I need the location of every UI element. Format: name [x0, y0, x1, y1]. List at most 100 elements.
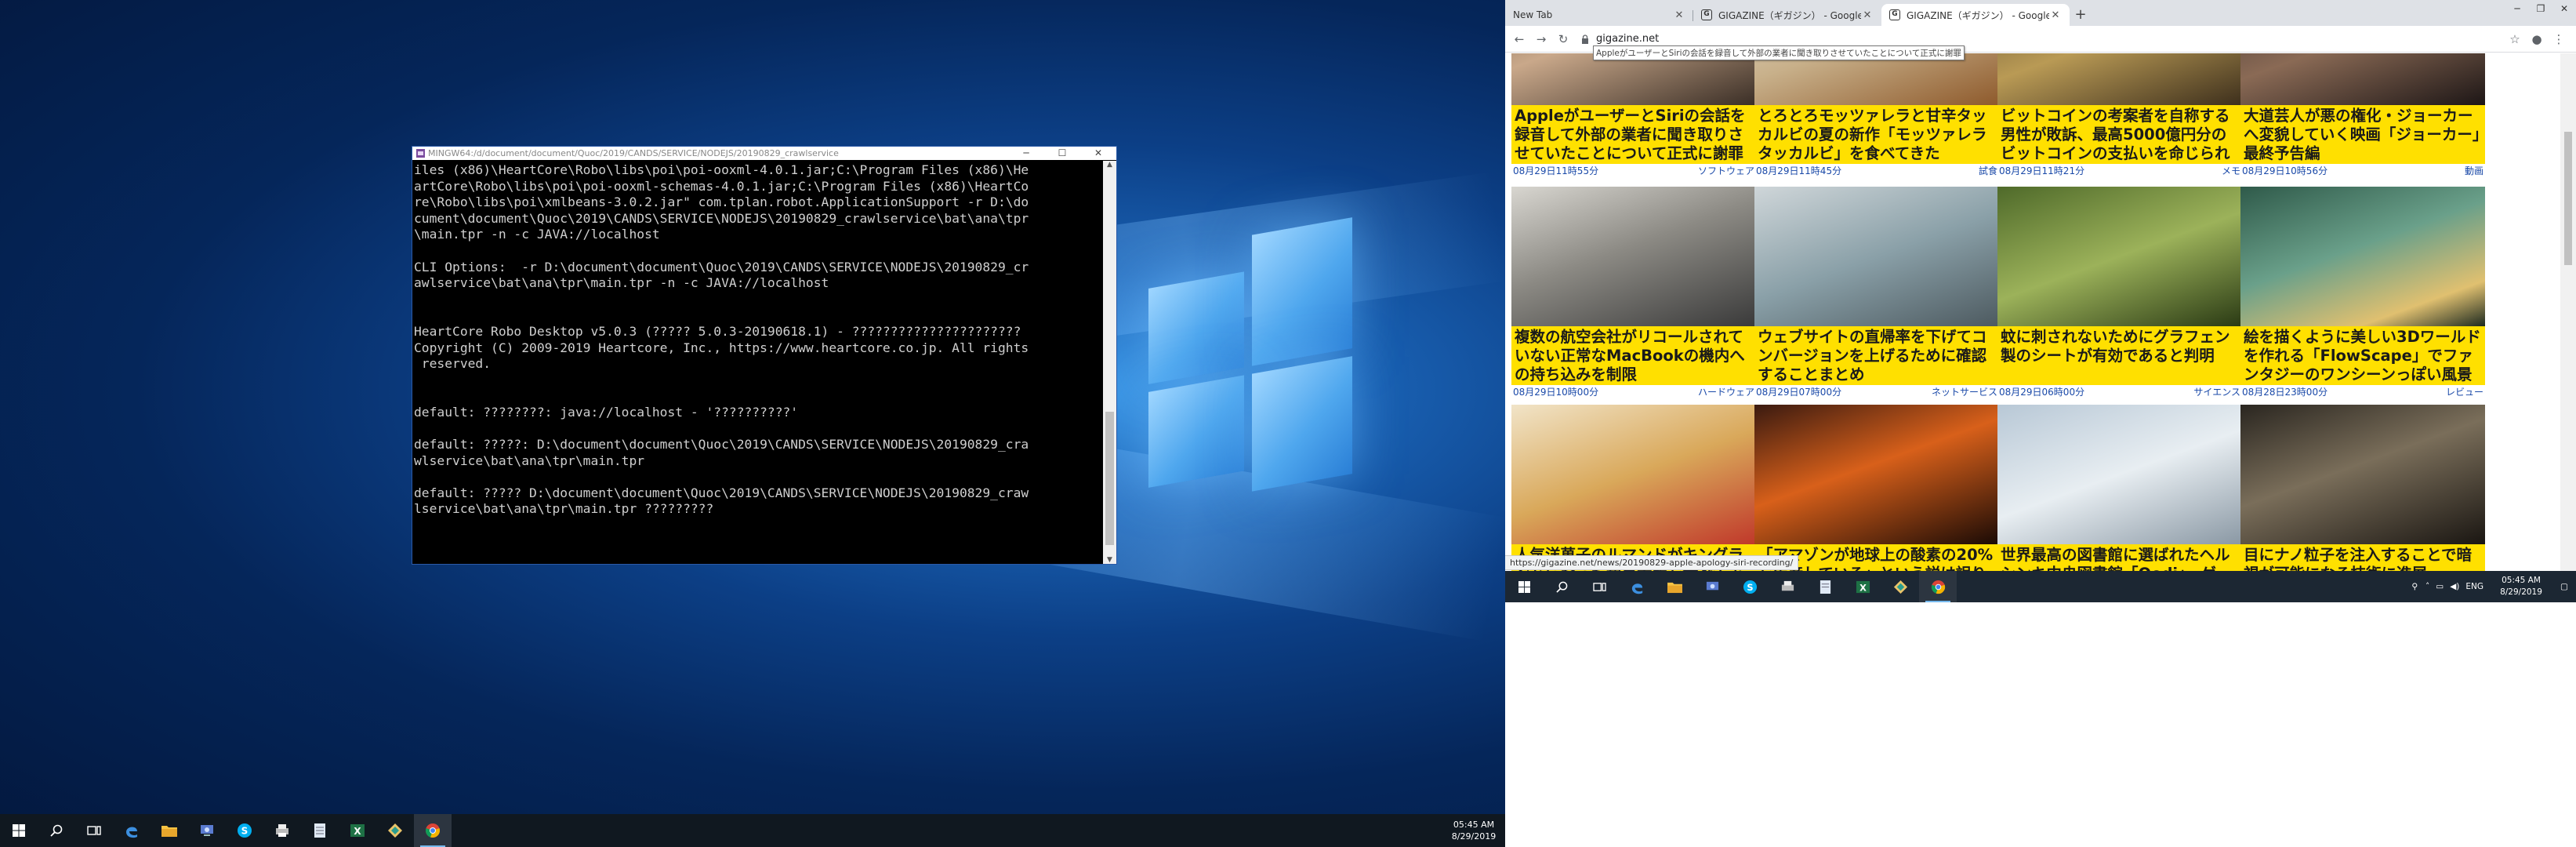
excel-button[interactable]: X: [1844, 571, 1881, 602]
printer-app-button[interactable]: [1769, 571, 1806, 602]
start-button[interactable]: [0, 814, 38, 847]
article-card[interactable]: 人気洋菓子のルマンドがキングランドになった超巨大版を食べてみた: [1511, 405, 1756, 571]
skype-button[interactable]: S: [1731, 571, 1769, 602]
chrome-window[interactable]: New Tab ✕ G GIGAZINE（ギガジン） - Google Ch ✕…: [1505, 0, 2576, 602]
task-view-button[interactable]: [1580, 571, 1618, 602]
article-card[interactable]: 「アマゾンが地球上の酸素の20%を生産している」という説は誤りである: [1754, 405, 1999, 571]
edge-button[interactable]: [1618, 571, 1656, 602]
article-card[interactable]: ウェブサイトの直帰率を下げてコンバージョンを上げるために確認することまとめ 08月…: [1754, 187, 1999, 398]
people-icon[interactable]: ⚲: [2411, 582, 2418, 591]
dev-tool-button[interactable]: [1881, 571, 1919, 602]
article-title[interactable]: 目にナノ粒子を注入することで暗視が可能になる技術に進展: [2240, 544, 2485, 571]
article-category[interactable]: 動画: [2465, 165, 2483, 176]
article-category[interactable]: 試食: [1979, 165, 1997, 176]
article-thumbnail[interactable]: [1511, 187, 1756, 326]
terminal-window[interactable]: MINGW64:/d/document/document/Quoc/2019/C…: [412, 146, 1117, 565]
article-card[interactable]: 蚊に刺されないためにグラフェン製のシートが有効であると判明 08月29日06時00…: [1997, 187, 2242, 398]
new-tab-button[interactable]: +: [2070, 4, 2092, 26]
skype-button[interactable]: S: [226, 814, 263, 847]
article-thumbnail[interactable]: [1754, 53, 1999, 105]
article-category[interactable]: ハードウェア: [1698, 387, 1754, 398]
article-thumbnail[interactable]: [1511, 53, 1756, 105]
remote-app-button[interactable]: [1693, 571, 1731, 602]
language-indicator[interactable]: ENG: [2465, 582, 2483, 591]
article-thumbnail[interactable]: [1754, 187, 1999, 326]
printer-app-button[interactable]: [263, 814, 301, 847]
scroll-up-icon[interactable]: ▲: [1103, 161, 1116, 169]
notification-icon[interactable]: ▢: [2552, 582, 2576, 591]
article-title[interactable]: 絵を描くように美しい3Dワールドを作れる「FlowScape」でファンタジーのワ…: [2240, 326, 2485, 385]
search-button[interactable]: [38, 814, 75, 847]
article-title[interactable]: ウェブサイトの直帰率を下げてコンバージョンを上げるために確認することまとめ: [1754, 326, 1999, 385]
maximize-button[interactable]: ☐: [1044, 147, 1080, 160]
menu-icon[interactable]: ⋮: [2549, 30, 2568, 49]
scroll-down-icon[interactable]: ▼: [1103, 556, 1116, 564]
article-title[interactable]: ビットコインの考案者を自称する男性が敗訴、最高5000億円分のビットコインの支払…: [1997, 105, 2242, 164]
article-card[interactable]: とろとろモッツァレラと甘辛タッカルビの夏の新作「モッツァレラタッカルビ」を食べて…: [1754, 53, 1999, 176]
start-button[interactable]: [1505, 571, 1543, 602]
article-title[interactable]: とろとろモッツァレラと甘辛タッカルビの夏の新作「モッツァレラタッカルビ」を食べて…: [1754, 105, 1999, 164]
forward-arrow-icon[interactable]: →: [1532, 30, 1551, 49]
close-button[interactable]: ✕: [2552, 0, 2576, 17]
clock[interactable]: 05:45 AM 8/29/2019: [2490, 575, 2552, 598]
close-button[interactable]: ✕: [1080, 147, 1116, 160]
article-card[interactable]: AppleがユーザーとSiriの会話を録音して外部の業者に聞き取りさせていたこと…: [1511, 53, 1756, 176]
article-card[interactable]: 世界最高の図書館に選ばれたヘルシンキ中央図書館「Oodi」、ゲーム: [1997, 405, 2242, 571]
reload-icon[interactable]: ↻: [1554, 30, 1573, 49]
maximize-button[interactable]: ❐: [2529, 0, 2552, 17]
article-thumbnail[interactable]: [2240, 187, 2485, 326]
volume-icon[interactable]: ◀): [2450, 582, 2459, 591]
article-title[interactable]: 世界最高の図書館に選ばれたヘルシンキ中央図書館「Oodi」、ゲーム: [1997, 544, 2242, 571]
article-title[interactable]: 大道芸人が悪の権化・ジョーカーへ変貌していく映画「ジョーカー」最終予告編: [2240, 105, 2485, 164]
file-explorer-button[interactable]: [151, 814, 188, 847]
chrome-button[interactable]: [1919, 571, 1957, 602]
article-category[interactable]: ソフトウェア: [1698, 165, 1754, 176]
clock[interactable]: 05:45 AM 8/29/2019: [1442, 819, 1505, 842]
close-tab-icon[interactable]: ✕: [1861, 9, 1874, 21]
minimize-button[interactable]: ─: [2505, 0, 2529, 17]
article-category[interactable]: レビュー: [2446, 387, 2483, 398]
article-card[interactable]: 大道芸人が悪の権化・ジョーカーへ変貌していく映画「ジョーカー」最終予告編 08月2…: [2240, 53, 2485, 176]
terminal-scrollbar[interactable]: ▲ ▼: [1103, 161, 1116, 564]
article-card[interactable]: ビットコインの考案者を自称する男性が敗訴、最高5000億円分のビットコインの支払…: [1997, 53, 2242, 176]
article-category[interactable]: メモ: [2222, 165, 2240, 176]
article-title[interactable]: AppleがユーザーとSiriの会話を録音して外部の業者に聞き取りさせていたこと…: [1511, 105, 1756, 164]
article-title[interactable]: 蚊に刺されないためにグラフェン製のシートが有効であると判明: [1997, 326, 2242, 385]
excel-button[interactable]: X: [339, 814, 376, 847]
scrollbar-thumb[interactable]: [1105, 412, 1114, 545]
article-thumbnail[interactable]: [1997, 405, 2242, 544]
article-thumbnail[interactable]: [1997, 187, 2242, 326]
notepad-button[interactable]: [1806, 571, 1844, 602]
close-tab-icon[interactable]: ✕: [2049, 9, 2062, 21]
minimize-button[interactable]: ─: [1008, 147, 1044, 160]
article-category[interactable]: ネットサービス: [1932, 387, 1997, 398]
article-title[interactable]: 複数の航空会社がリコールされていない正常なMacBookの機内への持ち込みを制限: [1511, 326, 1756, 385]
article-card[interactable]: 複数の航空会社がリコールされていない正常なMacBookの機内への持ち込みを制限…: [1511, 187, 1756, 398]
tab-gigazine[interactable]: G GIGAZINE（ギガジン） - Google Ch ✕: [1693, 4, 1881, 26]
task-view-button[interactable]: [75, 814, 113, 847]
article-thumbnail[interactable]: [2240, 53, 2485, 105]
article-thumbnail[interactable]: [1511, 405, 1756, 544]
tab-new-tab[interactable]: New Tab ✕: [1505, 4, 1693, 26]
article-thumbnail[interactable]: [2240, 405, 2485, 544]
article-card[interactable]: 絵を描くように美しい3Dワールドを作れる「FlowScape」でファンタジーのワ…: [2240, 187, 2485, 398]
tab-gigazine-active[interactable]: G GIGAZINE（ギガジン） - Google Ch ✕: [1881, 4, 2070, 26]
chrome-button[interactable]: [414, 814, 452, 847]
back-arrow-icon[interactable]: ←: [1510, 30, 1529, 49]
terminal-output[interactable]: iles (x86)\HeartCore\Robo\libs\poi\poi-o…: [412, 161, 1103, 564]
remote-app-button[interactable]: [188, 814, 226, 847]
notepad-button[interactable]: [301, 814, 339, 847]
article-category[interactable]: サイエンス: [2193, 387, 2240, 398]
bookmark-star-icon[interactable]: ☆: [2505, 30, 2524, 49]
page-scrollbar[interactable]: [2560, 53, 2576, 571]
dev-tool-button[interactable]: [376, 814, 414, 847]
page-content[interactable]: AppleがユーザーとSiriの会話を録音して外部の業者に聞き取りさせていたこと…: [1505, 53, 2560, 571]
article-thumbnail[interactable]: [1997, 53, 2242, 105]
close-tab-icon[interactable]: ✕: [1673, 9, 1685, 21]
scrollbar-thumb[interactable]: [2564, 132, 2572, 265]
network-icon[interactable]: ▭: [2436, 582, 2444, 591]
article-card[interactable]: 目にナノ粒子を注入することで暗視が可能になる技術に進展: [2240, 405, 2485, 571]
article-thumbnail[interactable]: [1754, 405, 1999, 544]
show-hidden-icons-icon[interactable]: ˄: [2425, 582, 2429, 591]
file-explorer-button[interactable]: [1656, 571, 1693, 602]
